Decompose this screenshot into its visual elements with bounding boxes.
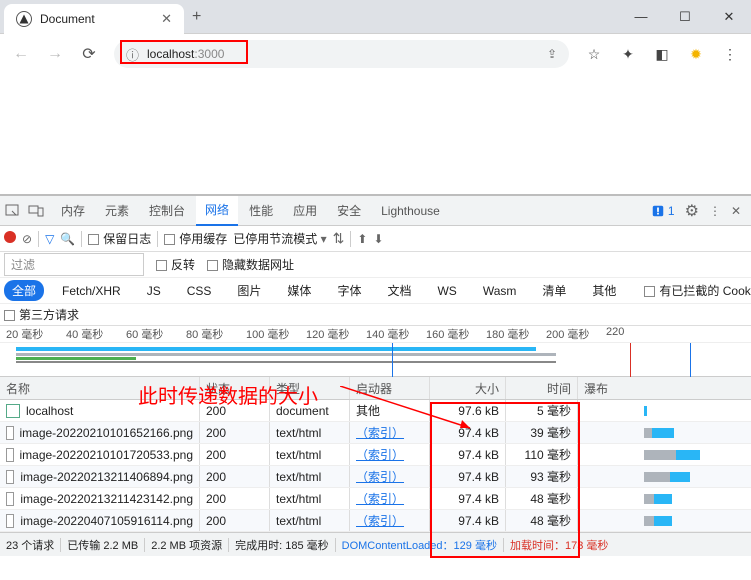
status-transferred: 已传输 2.2 MB [67,537,138,553]
filter-input[interactable]: 过滤 [4,253,144,276]
nav-forward-icon[interactable]: → [40,39,70,69]
type-文档[interactable]: 文档 [379,280,419,301]
type-字体[interactable]: 字体 [329,280,369,301]
tab-应用[interactable]: 应用 [284,196,326,226]
preserve-log-checkbox[interactable]: 保留日志 [88,230,151,247]
table-row[interactable]: image-20220407105916114.png200text/html（… [0,510,751,532]
table-row[interactable]: image-20220210101652166.png200text/html（… [0,422,751,444]
type-媒体[interactable]: 媒体 [279,280,319,301]
device-toggle-icon[interactable] [28,203,50,219]
extensions-icon[interactable]: ✦ [613,46,643,63]
type-图片[interactable]: 图片 [229,280,269,301]
favicon-icon [16,11,32,27]
status-finish: 完成用时: 185 毫秒 [235,537,329,553]
type-WS[interactable]: WS [429,282,464,300]
clear-button[interactable]: ⊘ [22,232,32,246]
disable-cache-checkbox[interactable]: 停用缓存 [164,230,227,247]
table-row[interactable]: image-20220213211406894.png200text/html（… [0,466,751,488]
invert-checkbox[interactable]: 反转 [156,256,195,273]
col-大小[interactable]: 大小 [430,377,506,399]
tab-网络[interactable]: 网络 [196,196,238,226]
site-info-icon[interactable]: ⓘ [126,45,139,64]
type-清单[interactable]: 清单 [534,280,574,301]
wifi-icon[interactable]: ⇅ [333,230,345,247]
record-button[interactable] [4,231,16,246]
image-file-icon [6,492,14,506]
devtools-menu-icon[interactable]: ⋮ [709,204,721,218]
type-Wasm[interactable]: Wasm [475,282,525,300]
image-file-icon [6,426,14,440]
tab-title: Document [40,12,95,26]
col-时间[interactable]: 时间 [506,377,578,399]
status-resources: 2.2 MB 项资源 [151,537,222,553]
extension-1-icon[interactable]: ◧ [647,46,677,63]
tab-Lighthouse[interactable]: Lighthouse [372,196,449,226]
tab-控制台[interactable]: 控制台 [140,196,194,226]
table-row[interactable]: image-20220210101720533.png200text/html（… [0,444,751,466]
settings-icon[interactable]: ⚙ [685,201,699,221]
type-JS[interactable]: JS [139,282,169,300]
col-启动器[interactable]: 启动器 [350,377,430,399]
throttling-select[interactable]: 已停用节流模式 ▾ [233,230,326,247]
tab-性能[interactable]: 性能 [240,196,282,226]
chrome-menu-icon[interactable]: ⋮ [715,46,745,63]
type-其他[interactable]: 其他 [584,280,624,301]
issues-button[interactable]: 1 [651,204,675,218]
url-port: :3000 [194,47,224,61]
maximize-button[interactable]: ☐ [663,9,707,25]
type-CSS[interactable]: CSS [179,282,220,300]
new-tab-button[interactable]: + [192,8,201,26]
image-file-icon [6,448,14,462]
image-file-icon [6,514,14,528]
upload-icon[interactable]: ⬆ [357,232,367,246]
search-icon[interactable]: 🔍 [60,232,75,246]
tab-内存[interactable]: 内存 [52,196,94,226]
third-party-checkbox[interactable]: 第三方请求 [4,306,79,323]
tab-元素[interactable]: 元素 [96,196,138,226]
download-icon[interactable]: ⬇ [373,232,383,246]
status-load: 加载时间：173 毫秒 [510,537,608,553]
tab-安全[interactable]: 安全 [328,196,370,226]
minimize-button[interactable]: ― [619,9,663,25]
url-bar[interactable]: ⓘ localhost:3000 ⇪ [114,40,569,68]
col-瀑布[interactable]: 瀑布 [578,377,751,399]
col-名称[interactable]: 名称 [0,377,200,399]
url-host: localhost [147,47,194,61]
share-icon[interactable]: ⇪ [547,47,557,61]
filter-icon[interactable]: ▽ [45,232,54,246]
col-类型[interactable]: 类型 [270,377,350,399]
type-全部[interactable]: 全部 [4,280,44,301]
nav-back-icon[interactable]: ← [6,39,36,69]
extension-2-icon[interactable]: ✹ [681,46,711,63]
inspect-icon[interactable] [4,203,26,219]
status-requests: 23 个请求 [6,537,54,553]
close-window-button[interactable]: ✕ [707,9,751,25]
col-状态[interactable]: 状态 [200,377,270,399]
blocked-cookies-checkbox[interactable]: 有已拦截的 Cookie [644,282,751,299]
hide-data-checkbox[interactable]: 隐藏数据网址 [207,256,294,273]
timeline-overview[interactable] [0,343,751,377]
close-tab-icon[interactable]: ✕ [161,11,172,27]
image-file-icon [6,470,14,484]
document-icon [6,404,20,418]
type-Fetch/XHR[interactable]: Fetch/XHR [54,282,129,300]
nav-reload-icon[interactable]: ⟳ [74,39,104,69]
bookmark-icon[interactable]: ☆ [579,46,609,63]
devtools-close-icon[interactable]: ✕ [731,204,741,218]
table-row[interactable]: image-20220213211423142.png200text/html（… [0,488,751,510]
table-row[interactable]: localhost200document其他97.6 kB5 毫秒 [0,400,751,422]
status-dcl: DOMContentLoaded：129 毫秒 [342,537,497,553]
browser-tab[interactable]: Document ✕ [4,4,184,34]
